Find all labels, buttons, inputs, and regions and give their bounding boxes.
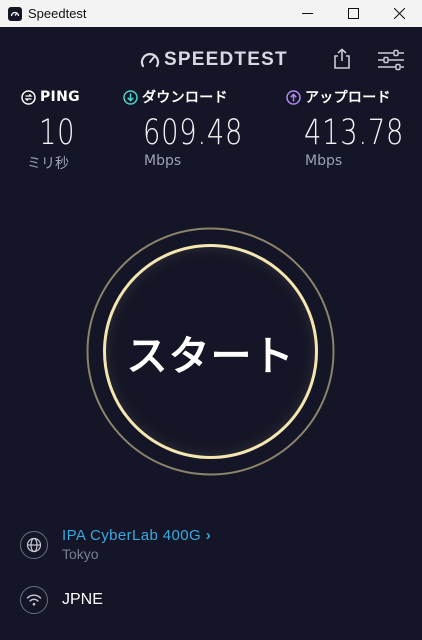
upload-arrow-icon <box>286 89 301 105</box>
window-titlebar: Speedtest <box>0 0 422 28</box>
start-label[interactable]: スタート <box>86 227 335 476</box>
chevron-right-icon: › <box>205 527 212 544</box>
maximize-button[interactable] <box>330 0 376 27</box>
close-button[interactable] <box>376 0 422 27</box>
wifi-icon <box>20 586 48 614</box>
isp-info: JPNE <box>20 586 103 614</box>
ping-label: PING <box>40 89 80 105</box>
sliders-icon <box>378 49 404 71</box>
server-name: IPA CyberLab 400G <box>62 527 202 544</box>
server-location: Tokyo <box>62 546 99 562</box>
upload-value: 413.78 <box>304 113 405 153</box>
brand-name: SPEEDTEST <box>164 49 288 70</box>
download-value: 609.48 <box>143 113 244 153</box>
app-content: SPEEDTEST PING 10 ミリ秒 ダウンロード 609.48 Mbps… <box>0 27 422 640</box>
download-metric: ダウンロード 609.48 Mbps <box>123 87 271 169</box>
share-icon <box>334 48 350 69</box>
ping-icon <box>21 89 36 105</box>
minimize-button[interactable] <box>284 0 330 27</box>
download-arrow-icon <box>123 89 138 105</box>
speedtest-app-icon <box>8 6 22 21</box>
brand-logo: SPEEDTEST <box>140 49 288 71</box>
download-label: ダウンロード <box>142 90 228 106</box>
start-button[interactable]: スタート <box>86 227 335 476</box>
upload-label: アップロード <box>305 90 391 106</box>
upload-unit: Mbps <box>305 153 343 169</box>
globe-icon <box>20 530 48 559</box>
share-button[interactable] <box>329 46 355 72</box>
server-name-link[interactable]: IPA CyberLab 400G › <box>62 527 211 544</box>
settings-button[interactable] <box>376 47 406 73</box>
close-icon <box>393 8 405 19</box>
ping-metric: PING 10 ミリ秒 <box>21 87 86 173</box>
minimize-icon <box>301 13 313 14</box>
ping-value: 10 <box>39 113 76 153</box>
server-selector[interactable]: IPA CyberLab 400G › Tokyo <box>20 527 211 562</box>
ping-unit: ミリ秒 <box>27 156 69 172</box>
maximize-icon <box>347 8 359 19</box>
isp-name: JPNE <box>62 591 103 608</box>
download-unit: Mbps <box>144 153 182 169</box>
window-title: Speedtest <box>28 6 87 21</box>
speedometer-icon <box>140 53 160 68</box>
upload-metric: アップロード 413.78 Mbps <box>286 87 422 169</box>
